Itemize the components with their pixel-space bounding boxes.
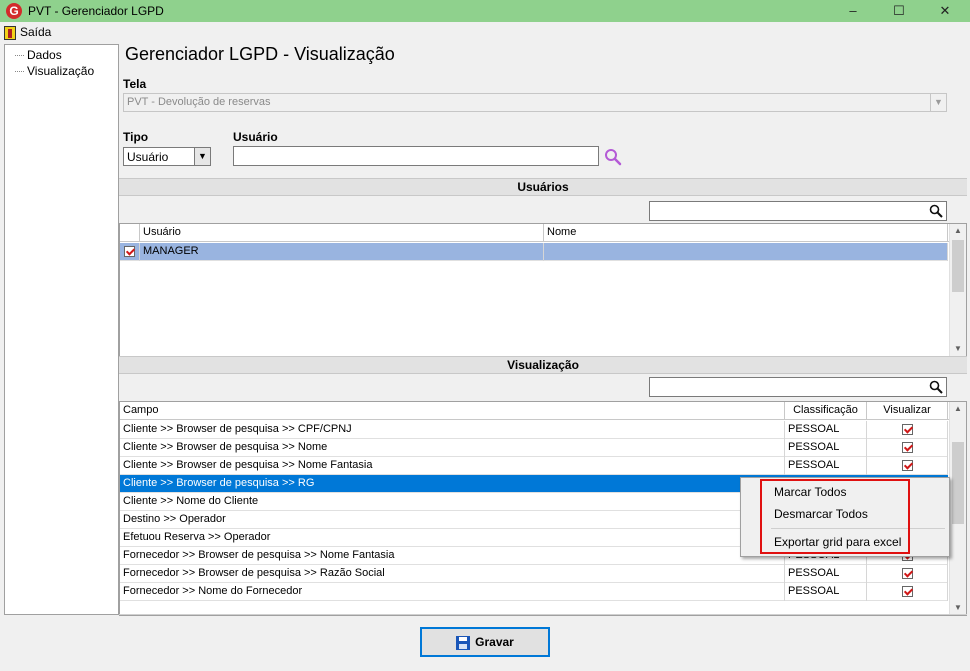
search-icon (929, 204, 943, 218)
column-header-classificacao[interactable]: Classificação (785, 402, 867, 420)
tela-label: Tela (123, 77, 147, 91)
footer-divider (119, 614, 967, 615)
page-title: Gerenciador LGPD - Visualização (125, 44, 395, 64)
scroll-up-icon[interactable]: ▲ (950, 402, 966, 416)
chevron-down-icon: ▼ (194, 148, 210, 165)
column-header-nome[interactable]: Nome (544, 224, 948, 242)
cell-campo: Cliente >> Nome do Cliente (120, 493, 785, 511)
search-icon (605, 149, 622, 166)
tree-item-visualizacao[interactable]: Visualização (15, 64, 94, 78)
cell-classificacao: PESSOAL (785, 439, 867, 457)
chevron-down-icon: ▼ (930, 94, 946, 111)
cell-classificacao: PESSOAL (785, 421, 867, 439)
navigation-tree: Dados Visualização (4, 44, 119, 615)
tela-value: PVT - Devolução de reservas (127, 96, 271, 108)
tela-select[interactable]: PVT - Devolução de reservas ▼ (123, 93, 947, 112)
tipo-label: Tipo (123, 130, 149, 144)
cell-visualizar[interactable] (867, 457, 948, 475)
column-header-usuario[interactable]: Usuário (140, 224, 544, 242)
cell-campo: Fornecedor >> Browser de pesquisa >> Nom… (120, 547, 785, 565)
cell-nome (544, 243, 948, 261)
close-button[interactable]: ✕ (922, 0, 968, 22)
save-button[interactable]: Gravar (420, 627, 550, 657)
scroll-thumb[interactable] (952, 442, 964, 524)
tipo-value: Usuário (127, 150, 169, 164)
table-row[interactable]: Cliente >> Browser de pesquisa >> Nome PE… (120, 439, 948, 457)
visualizar-checkbox[interactable] (901, 459, 913, 471)
cell-campo: Cliente >> Browser de pesquisa >> CPF/CP… (120, 421, 785, 439)
cell-usuario: MANAGER (140, 243, 544, 261)
column-header-visualizar[interactable]: Visualizar (867, 402, 948, 420)
cell-campo: Cliente >> Browser de pesquisa >> Nome F… (120, 457, 785, 475)
cell-classificacao: PESSOAL (785, 565, 867, 583)
menu-exit[interactable]: Saída (4, 25, 51, 41)
scroll-down-icon[interactable]: ▼ (950, 342, 966, 356)
window-title: PVT - Gerenciador LGPD (28, 4, 164, 18)
scroll-down-icon[interactable]: ▼ (950, 601, 966, 615)
cell-campo: Cliente >> Browser de pesquisa >> RG (120, 475, 785, 493)
users-section-header: Usuários (119, 178, 967, 196)
cell-classificacao: PESSOAL (785, 583, 867, 601)
visualizar-checkbox[interactable] (901, 441, 913, 453)
table-row[interactable]: Fornecedor >> Browser de pesquisa >> Raz… (120, 565, 948, 583)
visualizar-checkbox[interactable] (901, 585, 913, 597)
usuario-input[interactable] (233, 146, 599, 166)
cell-campo: Efetuou Reserva >> Operador (120, 529, 785, 547)
usuario-label: Usuário (233, 130, 278, 144)
menu-bar: Saída (0, 22, 970, 43)
exit-door-icon (4, 25, 16, 40)
visualizar-checkbox[interactable] (901, 567, 913, 579)
visualizacao-grid-scrollbar[interactable]: ▲ ▼ (949, 402, 966, 615)
visualizacao-search-input[interactable] (649, 377, 947, 397)
scroll-thumb[interactable] (952, 240, 964, 292)
cell-campo: Destino >> Operador (120, 511, 785, 529)
floppy-disk-icon (456, 635, 471, 650)
cell-visualizar[interactable] (867, 439, 948, 457)
table-row[interactable]: MANAGER (120, 243, 948, 261)
search-user-button[interactable] (603, 147, 625, 167)
column-header-campo[interactable]: Campo (120, 402, 785, 420)
minimize-button[interactable]: – (830, 0, 876, 22)
row-checkbox-cell[interactable] (120, 243, 140, 261)
table-row[interactable]: Fornecedor >> Nome do Fornecedor PESSOAL (120, 583, 948, 601)
menu-exit-label: Saída (20, 25, 52, 39)
search-icon (929, 380, 943, 394)
cell-campo: Cliente >> Browser de pesquisa >> Nome (120, 439, 785, 457)
scroll-up-icon[interactable]: ▲ (950, 224, 966, 238)
table-row[interactable]: Cliente >> Browser de pesquisa >> Nome F… (120, 457, 948, 475)
maximize-button[interactable]: ☐ (876, 0, 922, 22)
save-button-label: Gravar (475, 635, 514, 649)
table-row[interactable]: Cliente >> Browser de pesquisa >> CPF/CP… (120, 421, 948, 439)
cell-visualizar[interactable] (867, 421, 948, 439)
cell-campo: Fornecedor >> Browser de pesquisa >> Raz… (120, 565, 785, 583)
visualizar-checkbox[interactable] (901, 423, 913, 435)
visualizacao-grid-header: Campo Classificação Visualizar (120, 402, 966, 420)
app-logo-icon: G (6, 3, 22, 19)
tree-item-dados[interactable]: Dados (15, 48, 62, 62)
annotation-highlight-box (760, 479, 910, 554)
cell-campo: Fornecedor >> Nome do Fornecedor (120, 583, 785, 601)
users-grid-scrollbar[interactable]: ▲ ▼ (949, 224, 966, 356)
cell-classificacao: PESSOAL (785, 457, 867, 475)
row-checkbox[interactable] (124, 245, 135, 257)
visualizacao-section-header: Visualização (119, 356, 967, 374)
cell-visualizar[interactable] (867, 565, 948, 583)
users-grid: Usuário Nome MANAGER ▲ ▼ (119, 223, 967, 357)
cell-visualizar[interactable] (867, 583, 948, 601)
header-check (120, 224, 140, 242)
users-search-input[interactable] (649, 201, 947, 221)
users-grid-header: Usuário Nome (120, 224, 966, 242)
title-bar: G PVT - Gerenciador LGPD – ☐ ✕ (0, 0, 970, 22)
tipo-select[interactable]: Usuário ▼ (123, 147, 211, 166)
